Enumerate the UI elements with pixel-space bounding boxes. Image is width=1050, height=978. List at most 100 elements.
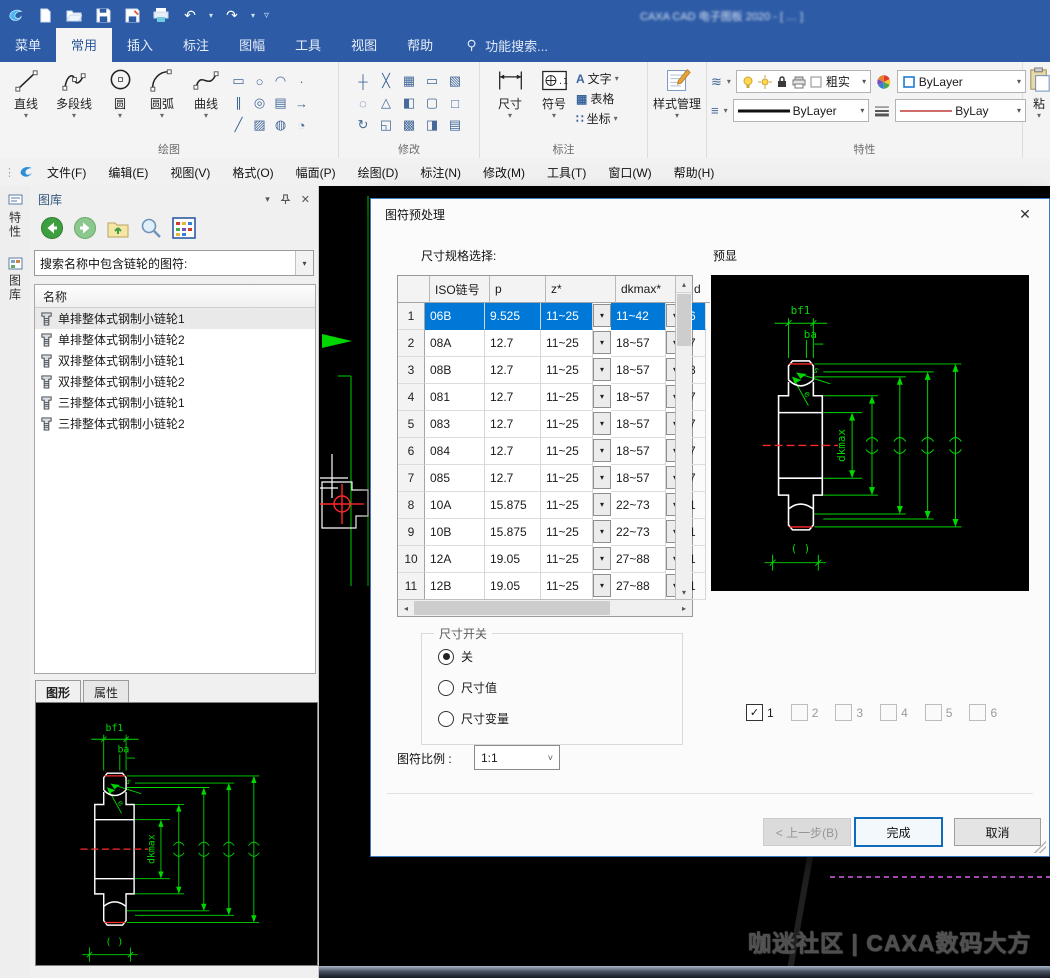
col-p[interactable]: p [490,276,546,303]
radio-dot[interactable] [438,680,454,696]
cell-dkmax[interactable]: 22~73 [611,519,666,546]
spec-table-row[interactable]: 208A12.711~2518~577 [398,330,692,357]
z-dropdown-button[interactable] [593,304,611,327]
z-dropdown-button[interactable] [593,439,611,462]
stamp-icon[interactable]: ↻ [352,114,375,136]
library-search-dropdown-icon[interactable]: ▾ [295,251,313,275]
cell-iso[interactable]: 10A [425,492,485,519]
cell-iso[interactable]: 12A [425,546,485,573]
table-horizontal-scrollbar[interactable]: ◂ ▸ [398,599,692,616]
spec-table-row[interactable]: 1012A19.0511~2527~881 [398,546,692,573]
ribbon-tab-6[interactable]: 工具 [280,28,336,62]
menu-item-11[interactable]: 帮助(H) [663,159,726,186]
rotate-icon[interactable]: ▩ [398,114,421,136]
cell-dkmax[interactable]: 27~88 [611,546,666,573]
cell-dkmax[interactable]: 18~57 [611,384,666,411]
scroll-left-icon[interactable]: ◂ [398,600,414,616]
col-d[interactable]: d [689,276,710,303]
parallel-line-icon[interactable]: ∥ [228,92,249,114]
rotate-copy-icon[interactable]: ◌ [352,92,375,114]
z-dropdown-button[interactable] [593,574,611,597]
linetype-tool-icon[interactable]: ≡ [711,103,719,118]
finish-button[interactable]: 完成 [854,817,943,847]
library-item[interactable]: 双排整体式钢制小链轮2 [35,371,315,392]
forward-button[interactable] [73,216,97,240]
save-as-button[interactable] [122,6,142,24]
chamfer-icon[interactable]: ◱ [375,114,398,136]
library-search-input[interactable] [35,251,295,275]
cell-iso[interactable]: 085 [425,465,485,492]
cell-p[interactable]: 9.525 [485,303,541,330]
scroll-down-icon[interactable]: ▾ [676,584,692,600]
ribbon-tab-3[interactable]: 插入 [112,28,168,62]
redo-dropdown-icon[interactable]: ▾ [251,11,255,20]
spec-table-row[interactable]: 308B12.711~2518~578 [398,357,692,384]
library-item[interactable]: 单排整体式钢制小链轮2 [35,329,315,350]
stretch-3d-icon[interactable]: ◨ [421,114,444,136]
cell-z[interactable]: 11~25 [541,357,593,384]
cell-z[interactable]: 11~25 [541,546,593,573]
point-icon[interactable]: · [291,70,312,92]
paste-button[interactable]: 粘▾ [1023,62,1050,119]
line-button[interactable]: 直线▾ [4,62,48,136]
menu-item-4[interactable]: 格式(O) [221,159,284,186]
cell-p[interactable]: 19.05 [485,546,541,573]
cell-p[interactable]: 15.875 [485,519,541,546]
new-file-button[interactable] [35,6,55,24]
library-item[interactable]: 双排整体式钢制小链轮1 [35,350,315,371]
cell-dkmax[interactable]: 18~57 [611,357,666,384]
library-item[interactable]: 单排整体式钢制小链轮1 [35,308,315,329]
spec-table-row[interactable]: 608412.711~2518~577 [398,438,692,465]
menu-item-7[interactable]: 标注(N) [409,159,472,186]
library-item[interactable]: 三排整体式钢制小链轮2 [35,413,315,434]
ribbon-tab-7[interactable]: 视图 [336,28,392,62]
customize-qat-icon[interactable]: ▿ [264,10,269,21]
fill-icon[interactable]: ▨ [249,114,270,136]
arrow-icon[interactable]: → [291,92,312,114]
ribbon-tab-1[interactable]: 菜单 [0,28,56,62]
menu-item-9[interactable]: 工具(T) [536,159,597,186]
radio-dot[interactable] [438,649,454,665]
formula-curve-icon[interactable]: ◠ [270,70,291,92]
dialog-close-icon[interactable]: ✕ [1015,206,1035,223]
color-wheel-icon[interactable] [876,74,892,90]
cell-dkmax[interactable]: 22~73 [611,492,666,519]
up-folder-button[interactable] [106,216,130,240]
menu-item-10[interactable]: 窗口(W) [597,159,662,186]
scroll-up-icon[interactable]: ▴ [676,276,692,293]
coord-button[interactable]: ∷坐标▾ [576,110,619,127]
erase-icon[interactable]: □ [444,92,467,114]
scale-combo[interactable]: 1:1 ˅ [474,745,560,770]
cell-z[interactable]: 11~25 [541,411,593,438]
menu-item-1[interactable]: 文件(F) [36,159,97,186]
menu-item-8[interactable]: 修改(M) [472,159,536,186]
cell-z[interactable]: 11~25 [541,384,593,411]
array-icon[interactable]: ▦ [398,70,421,92]
z-dropdown-button[interactable] [593,331,611,354]
ellipse-icon[interactable]: ○ [249,70,270,92]
dialog-title-bar[interactable]: 图符预处理 ✕ [371,199,1049,229]
hatch-edit-icon[interactable]: ▤ [444,114,467,136]
panel-pin-icon[interactable] [280,194,291,205]
side-tab-library[interactable]: 图库 [0,249,30,302]
cell-p[interactable]: 12.7 [485,438,541,465]
cell-p[interactable]: 12.7 [485,357,541,384]
cell-z[interactable]: 11~25 [541,573,593,600]
cell-iso[interactable]: 084 [425,438,485,465]
color-combo[interactable]: ByLayer ▾ [897,70,1026,93]
z-dropdown-button[interactable] [593,412,611,435]
linewidth-icon[interactable] [874,104,890,118]
scroll-right-icon[interactable]: ▸ [676,600,692,616]
cell-dkmax[interactable]: 18~57 [611,438,666,465]
cell-z[interactable]: 11~25 [541,330,593,357]
radio-option-3[interactable]: 尺寸变量 [438,710,682,727]
style-manager-button[interactable]: 样式管理▾ [649,62,705,119]
rectangle-icon[interactable]: ▭ [228,70,249,92]
scale-icon[interactable]: ◧ [398,92,421,114]
dimension-button[interactable]: 尺寸▾ [488,62,532,127]
cell-p[interactable]: 12.7 [485,384,541,411]
cell-iso[interactable]: 081 [425,384,485,411]
menu-item-3[interactable]: 视图(V) [159,159,221,186]
spec-table-row[interactable]: 106B9.52511~2511~426 [398,303,692,330]
cell-z[interactable]: 11~25 [541,438,593,465]
